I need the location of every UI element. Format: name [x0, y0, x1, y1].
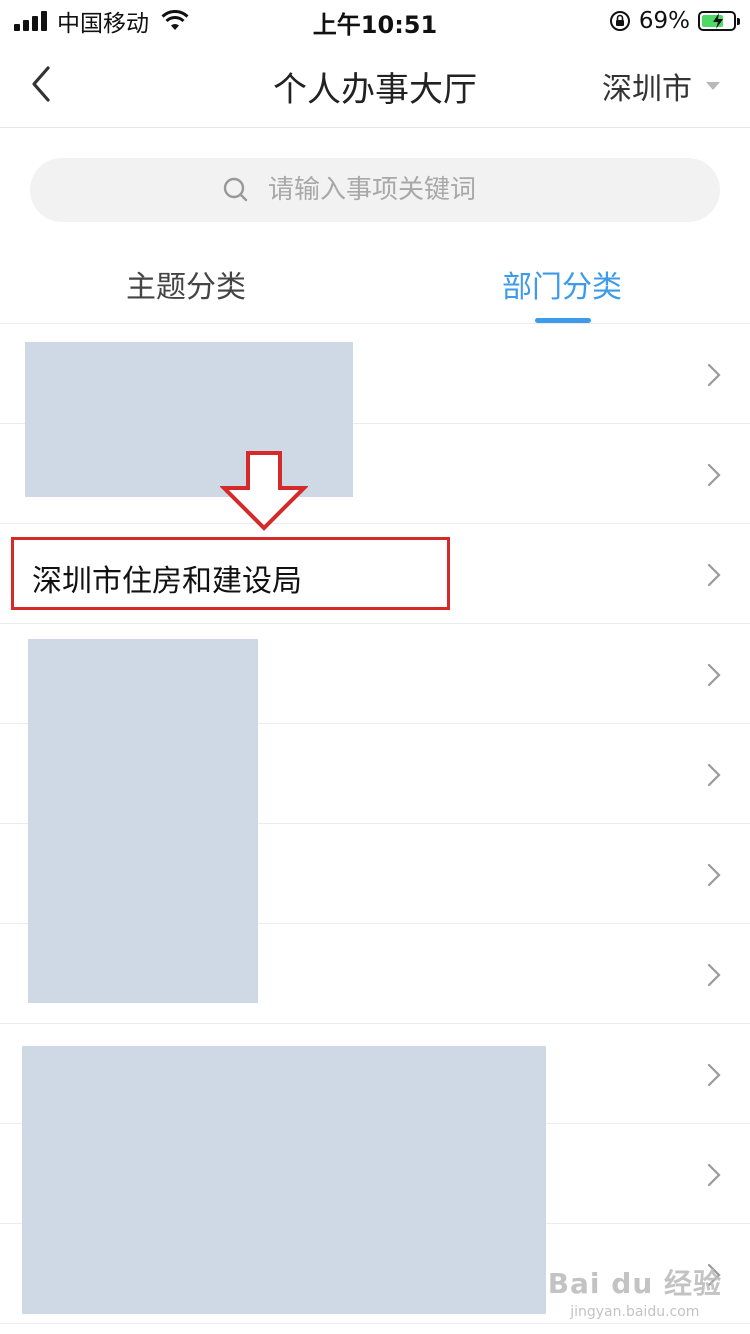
annotation-down-arrow-icon [220, 451, 308, 531]
chevron-right-icon [707, 1063, 721, 1087]
battery-icon [698, 11, 740, 31]
chevron-right-icon [707, 963, 721, 987]
chevron-right-icon [707, 563, 721, 587]
chevron-right-icon [707, 363, 721, 387]
battery-percent: 69% [638, 8, 690, 34]
redaction-block [28, 639, 258, 1003]
chevron-right-icon [707, 863, 721, 887]
status-right: 69% [609, 6, 740, 36]
chevron-right-icon [707, 1163, 721, 1187]
chevron-right-icon [707, 663, 721, 687]
city-label: 深圳市 [602, 72, 692, 107]
caret-down-icon [706, 82, 720, 90]
city-selector[interactable]: 深圳市 [602, 64, 720, 108]
orientation-lock-icon [609, 11, 630, 31]
baidu-watermark: Bai du 经验 jingyan.baidu.com [548, 1262, 722, 1320]
search-icon [223, 177, 248, 202]
search-bar[interactable] [30, 158, 720, 222]
nav-bar: 个人办事大厅 深圳市 [0, 40, 750, 128]
search-input[interactable] [268, 175, 528, 205]
redaction-block [22, 1046, 546, 1314]
tab-active-indicator [535, 318, 591, 323]
annotation-highlight-box [11, 537, 450, 610]
status-bar: 中国移动 上午10:51 69% [0, 0, 750, 40]
tab-department[interactable]: 部门分类 [502, 262, 622, 306]
category-tabs: 主题分类 部门分类 [0, 242, 750, 324]
tab-topic[interactable]: 主题分类 [126, 262, 246, 306]
chevron-right-icon [707, 463, 721, 487]
watermark-url: jingyan.baidu.com [570, 1304, 700, 1320]
watermark-logo: Bai du 经验 [547, 1267, 722, 1300]
chevron-right-icon [707, 763, 721, 787]
